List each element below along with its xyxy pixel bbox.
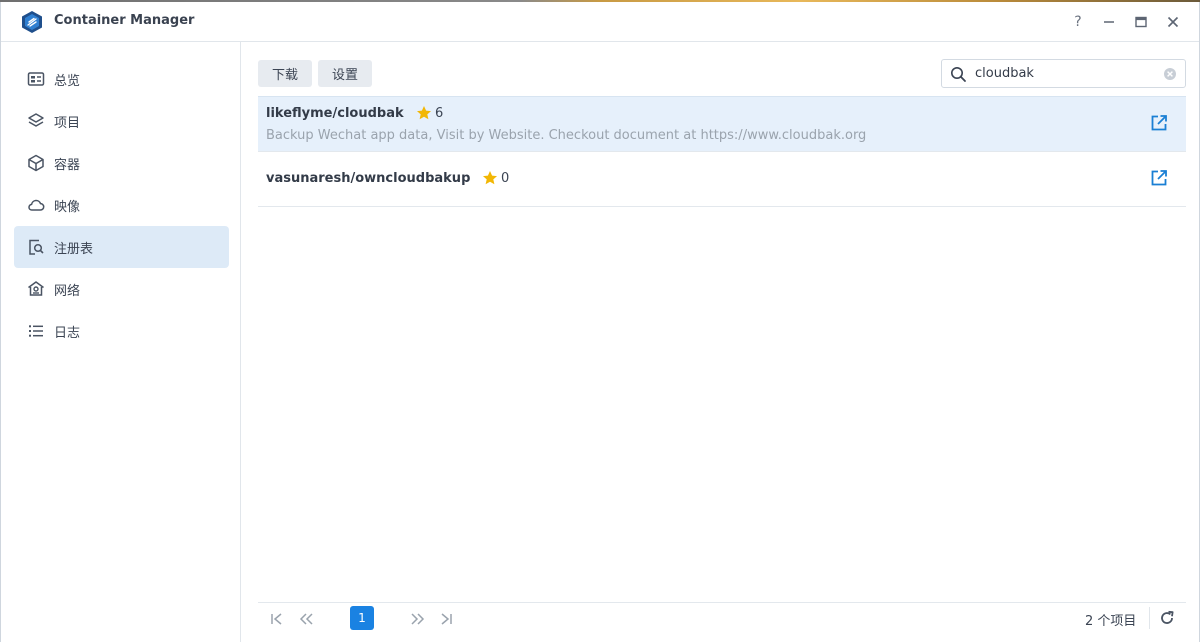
close-icon[interactable]	[1163, 12, 1183, 32]
last-page-icon[interactable]	[436, 609, 456, 629]
maximize-icon[interactable]	[1131, 12, 1151, 32]
sidebar-item-label: 注册表	[54, 242, 94, 257]
star-icon	[417, 106, 431, 120]
sidebar-item-overview[interactable]: 总览	[14, 58, 229, 100]
star-icon	[483, 171, 497, 185]
repo-description: Backup Wechat app data, Visit by Website…	[266, 128, 867, 143]
registry-results-list: likeflyme/cloudbak 6 Backup Wechat app d…	[258, 96, 1186, 207]
cube-icon	[28, 154, 44, 172]
sidebar: 总览 项目 容器 映像 注册表 网络 日志	[1, 42, 241, 642]
next-page-icon[interactable]	[408, 609, 428, 629]
network-home-icon	[28, 281, 44, 296]
previous-page-icon[interactable]	[296, 609, 316, 629]
container-manager-logo-icon	[22, 11, 42, 33]
list-icon	[29, 325, 43, 337]
app-window: Container Manager ? 总览 项目 容器 映像 注册表 网络 日…	[0, 2, 1200, 642]
external-link-icon[interactable]	[1150, 114, 1168, 132]
pagination-bar: 1 2 个项目	[258, 602, 1186, 633]
app-title: Container Manager	[54, 13, 195, 28]
overview-icon	[27, 72, 45, 86]
list-item[interactable]: likeflyme/cloudbak 6 Backup Wechat app d…	[258, 96, 1186, 152]
sidebar-item-logs[interactable]: 日志	[14, 310, 229, 352]
star-count-value: 0	[501, 170, 510, 186]
external-link-icon[interactable]	[1150, 169, 1168, 187]
search-input[interactable]	[975, 63, 1155, 84]
download-button[interactable]: 下载	[258, 60, 312, 87]
main-panel: 下载 设置 likeflyme/cloudbak 6	[242, 42, 1199, 642]
item-count: 2 个项目	[1085, 614, 1137, 629]
star-count-value: 6	[435, 105, 444, 121]
settings-button[interactable]: 设置	[318, 60, 372, 87]
clear-search-icon[interactable]	[1163, 67, 1177, 81]
repo-name: likeflyme/cloudbak	[266, 106, 404, 121]
star-count: 6	[416, 105, 443, 121]
repo-name: vasunaresh/owncloudbakup	[266, 171, 471, 186]
star-count: 0	[482, 170, 509, 186]
sidebar-item-containers[interactable]: 容器	[14, 142, 229, 184]
minimize-icon[interactable]	[1099, 12, 1119, 32]
cloud-icon	[28, 199, 45, 211]
search-icon	[951, 67, 966, 82]
divider	[1149, 607, 1150, 629]
sidebar-item-label: 容器	[54, 158, 81, 173]
registry-search-icon	[29, 239, 44, 255]
page-number-button[interactable]: 1	[350, 606, 374, 630]
sidebar-item-label: 网络	[54, 284, 81, 299]
sidebar-item-label: 总览	[54, 74, 81, 89]
sidebar-item-label: 日志	[54, 326, 81, 341]
sidebar-item-network[interactable]: 网络	[14, 268, 229, 310]
sidebar-item-images[interactable]: 映像	[14, 184, 229, 226]
list-item[interactable]: vasunaresh/owncloudbakup 0	[258, 152, 1186, 207]
refresh-icon[interactable]	[1158, 609, 1176, 627]
sidebar-item-projects[interactable]: 项目	[14, 100, 229, 142]
search-box	[941, 59, 1186, 88]
sidebar-item-label: 映像	[54, 200, 81, 215]
layers-icon	[28, 113, 44, 127]
help-icon[interactable]: ?	[1068, 12, 1088, 32]
sidebar-item-label: 项目	[54, 116, 81, 131]
first-page-icon[interactable]	[267, 609, 287, 629]
title-bar: Container Manager ?	[1, 2, 1199, 42]
sidebar-item-registry[interactable]: 注册表	[14, 226, 229, 268]
